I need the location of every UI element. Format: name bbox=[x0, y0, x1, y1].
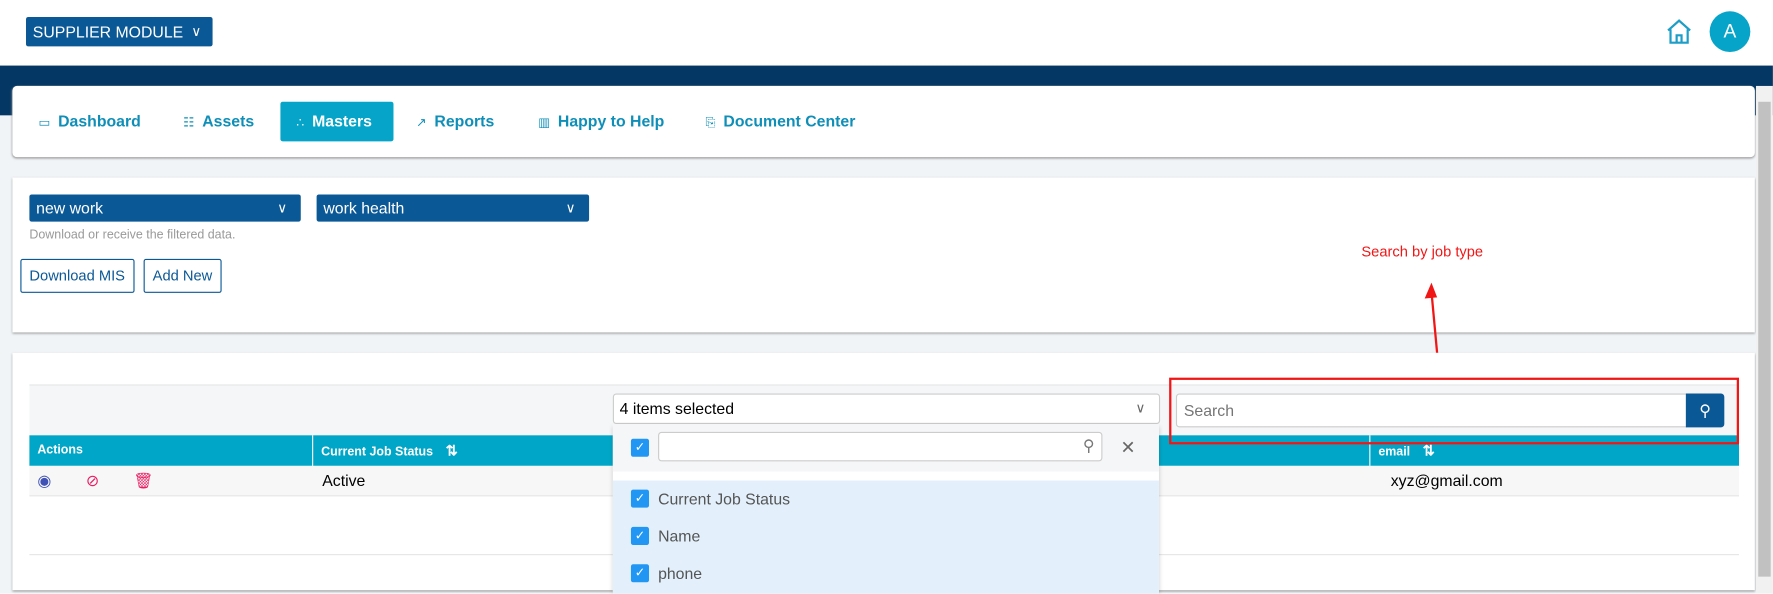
filter-hint: Download or receive the filtered data. bbox=[29, 228, 236, 242]
option-current-job-status[interactable]: ✓ Current Job Status bbox=[613, 481, 1159, 518]
option-label: phone bbox=[658, 564, 703, 583]
top-bar bbox=[0, 0, 1773, 66]
option-phone[interactable]: ✓ phone bbox=[613, 555, 1159, 592]
select-value: new work bbox=[36, 199, 104, 218]
chevron-down-icon: ∨ bbox=[277, 200, 288, 216]
module-label: SUPPLIER MODULE bbox=[32, 22, 184, 41]
tab-label: Reports bbox=[434, 111, 495, 131]
tab-dashboard[interactable]: ▭ Dashboard bbox=[27, 102, 152, 142]
chevron-down-icon: ∨ bbox=[1135, 400, 1146, 417]
trash-icon[interactable]: 🗑︎ bbox=[133, 466, 153, 495]
column-filter-input[interactable]: ⚲ bbox=[658, 431, 1103, 462]
search-icon: ⚲ bbox=[1082, 436, 1095, 455]
filter-card: new work ∨ work health ∨ Download or recei… bbox=[12, 177, 1755, 333]
close-icon[interactable]: ✕ bbox=[1121, 436, 1136, 459]
chevron-down-icon: ∨ bbox=[191, 23, 202, 40]
scrollbar[interactable] bbox=[1755, 85, 1773, 594]
add-new-button[interactable]: Add New bbox=[143, 258, 222, 293]
view-icon[interactable]: ◉ bbox=[37, 466, 51, 495]
map-icon: ▥ bbox=[538, 116, 550, 131]
option-name[interactable]: ✓ Name bbox=[613, 518, 1159, 555]
compass-edit-icon[interactable]: ⊘ bbox=[86, 466, 99, 495]
multiselect-value: 4 items selected bbox=[619, 399, 735, 418]
dropdown-header: ✓ ⚲ ✕ bbox=[612, 424, 1159, 472]
chevron-down-icon: ∨ bbox=[565, 200, 576, 216]
work-category-select[interactable]: work health ∨ bbox=[316, 194, 590, 222]
checkbox[interactable]: ✓ bbox=[630, 526, 650, 545]
tab-masters[interactable]: ∴ Masters bbox=[280, 101, 394, 142]
email-cell: xyz@gmail.com bbox=[1390, 471, 1503, 490]
work-type-select[interactable]: new work ∨ bbox=[29, 194, 301, 222]
scrollbar-thumb[interactable] bbox=[1758, 101, 1771, 577]
tab-label: Happy to Help bbox=[557, 111, 665, 131]
documents-icon: ⎘ bbox=[705, 116, 716, 131]
download-mis-button[interactable]: Download MIS bbox=[20, 258, 135, 293]
home-icon[interactable] bbox=[1664, 17, 1693, 46]
annotation-highlight-box bbox=[1169, 377, 1740, 445]
select-value: work health bbox=[323, 199, 405, 218]
checkbox[interactable]: ✓ bbox=[630, 489, 650, 508]
sort-icon[interactable]: ⇅ bbox=[446, 442, 458, 459]
column-multiselect[interactable]: 4 items selected ∨ bbox=[612, 393, 1161, 425]
column-options: ✓ Current Job Status ✓ Name ✓ phone bbox=[612, 480, 1159, 594]
tab-document-center[interactable]: ⎘ Document Center bbox=[694, 102, 866, 142]
tab-label: Masters bbox=[312, 111, 372, 131]
monitor-icon: ▭ bbox=[38, 116, 51, 131]
annotation-label: Search by job type bbox=[1361, 243, 1484, 261]
checkbox[interactable]: ✓ bbox=[630, 564, 650, 583]
chart-icon: ↗ bbox=[416, 116, 427, 131]
option-label: Name bbox=[658, 526, 701, 545]
sort-icon[interactable]: ⇅ bbox=[1423, 442, 1435, 459]
header-actions: Actions bbox=[37, 443, 83, 457]
tab-label: Dashboard bbox=[58, 111, 141, 131]
main-nav: ▭ Dashboard ☷ Assets ∴ Masters ↗ Reports ▥ Ha… bbox=[12, 85, 1755, 158]
header-status[interactable]: Current Job Status ⇅ bbox=[312, 435, 629, 466]
sitemap-icon: ∴ bbox=[296, 116, 305, 131]
column-dropdown-panel: ✓ ⚲ ✕ ✓ Current Job Status ✓ Name ✓ phone bbox=[612, 424, 1159, 594]
tab-reports[interactable]: ↗ Reports bbox=[405, 102, 506, 142]
status-cell: Active bbox=[322, 471, 366, 490]
header-label: email bbox=[1378, 445, 1411, 460]
select-all-checkbox[interactable]: ✓ bbox=[630, 438, 650, 457]
header-label: Current Job Status bbox=[321, 445, 434, 460]
tab-label: Assets bbox=[202, 111, 255, 131]
module-selector[interactable]: SUPPLIER MODULE ∨ bbox=[26, 16, 213, 47]
option-label: Current Job Status bbox=[658, 489, 791, 508]
tab-happy-to-help[interactable]: ▥ Happy to Help bbox=[527, 102, 676, 142]
tab-assets[interactable]: ☷ Assets bbox=[172, 102, 266, 142]
tab-label: Document Center bbox=[723, 111, 856, 131]
grid-icon: ☷ bbox=[183, 116, 195, 131]
avatar[interactable]: A bbox=[1709, 11, 1751, 53]
